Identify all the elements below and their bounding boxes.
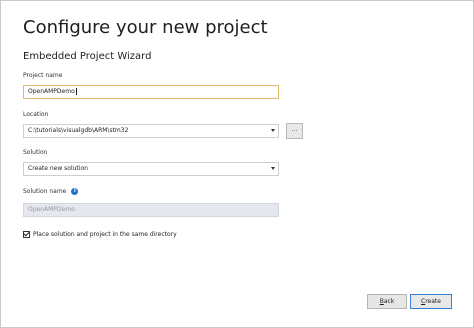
project-name-input[interactable]: OpenAMPDemo — [23, 85, 279, 99]
chevron-down-icon[interactable] — [271, 129, 275, 132]
back-button[interactable]: Back — [367, 294, 407, 309]
browse-location-button[interactable]: ... — [286, 123, 303, 139]
solution-label: Solution — [23, 149, 48, 156]
solution-name-label: Solution name — [23, 188, 67, 195]
location-combobox[interactable]: C:\tutorials\visualgdb\ARM\stm32 — [23, 124, 279, 138]
checkmark-icon — [23, 230, 30, 237]
location-value: C:\tutorials\visualgdb\ARM\stm32 — [28, 127, 129, 134]
create-button[interactable]: Create — [410, 294, 452, 309]
page-title: Configure your new project — [23, 17, 268, 38]
project-name-label: Project name — [23, 72, 63, 79]
same-directory-option[interactable]: Place solution and project in the same d… — [23, 224, 177, 238]
location-label: Location — [23, 111, 49, 118]
solution-name-input: OpenAMPDemo — [23, 203, 279, 217]
configure-project-dialog: Configure your new project Embedded Proj… — [0, 0, 474, 328]
project-name-value: OpenAMPDemo — [28, 88, 75, 95]
info-icon[interactable]: i — [71, 188, 79, 195]
solution-name-label-row: Solution name i — [23, 188, 79, 195]
solution-value: Create new solution — [28, 165, 88, 172]
chevron-down-icon[interactable] — [271, 167, 275, 170]
same-directory-label: Place solution and project in the same d… — [33, 231, 177, 238]
same-directory-checkbox[interactable] — [23, 230, 30, 238]
solution-select[interactable]: Create new solution — [23, 162, 279, 176]
wizard-subtitle: Embedded Project Wizard — [23, 51, 152, 62]
solution-name-value: OpenAMPDemo — [28, 206, 75, 213]
text-caret — [75, 88, 77, 95]
